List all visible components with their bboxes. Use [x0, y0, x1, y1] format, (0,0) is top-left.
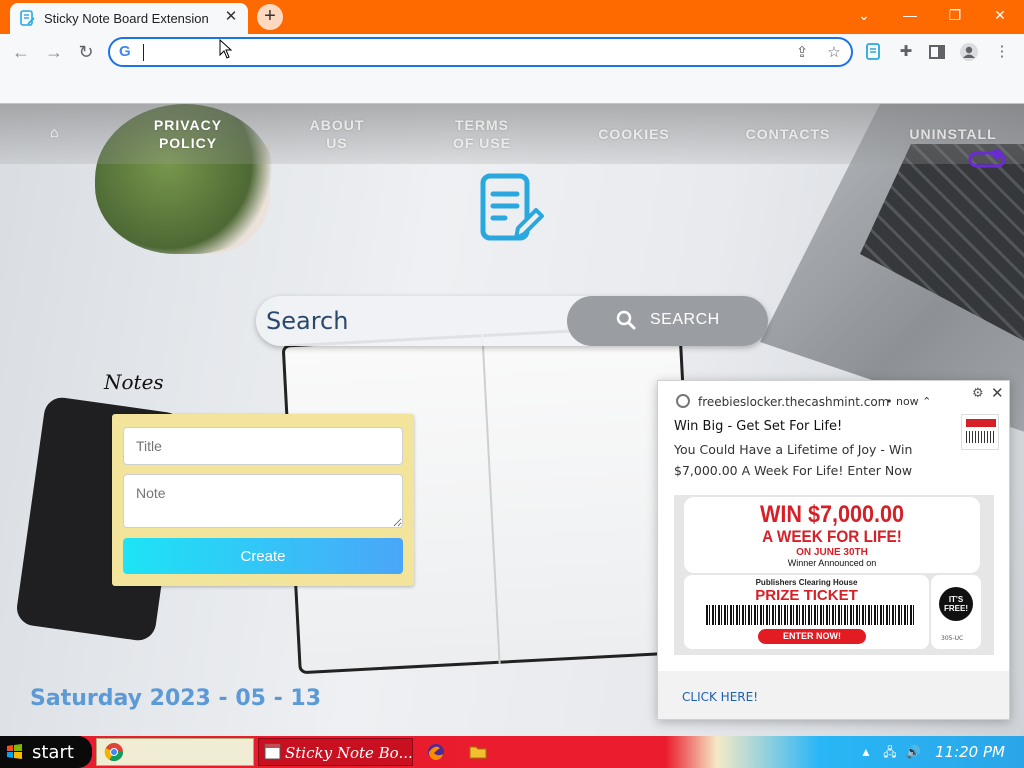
google-icon: G [119, 43, 131, 60]
taskbar: start Sticky Note Bo... ▲ 🖧 🔊 11:20 PM [0, 736, 1024, 768]
folder-taskbar-icon[interactable] [468, 742, 488, 762]
windows-flag-icon [7, 744, 22, 759]
volume-icon[interactable]: 🔊 [905, 745, 921, 759]
note-logo-icon [480, 173, 544, 241]
browser-toolbar: ← → ↻ G ⇪ ☆ ✚ ⋮ [0, 34, 1024, 70]
note-favicon-icon [20, 10, 35, 26]
gear-icon[interactable]: ⚙ [972, 386, 984, 401]
search-input[interactable] [266, 304, 556, 338]
tray-expand-icon[interactable]: ▲ [858, 745, 874, 759]
start-button[interactable]: start [0, 736, 92, 768]
back-icon[interactable]: ← [10, 41, 32, 63]
ticket-stub: IT'S FREE! 305-UC [931, 575, 981, 649]
taskbar-item-label: Sticky Note Bo... [285, 744, 413, 762]
tab-close-icon[interactable]: ✕ [222, 8, 240, 26]
notification-time: • now ⌃ [886, 395, 932, 408]
search-button[interactable]: SEARCH [567, 296, 768, 346]
switch-toggle-icon[interactable] [967, 148, 1011, 170]
nav-terms-of-use[interactable]: TERMS OF USE [446, 116, 518, 152]
bookmark-bar [0, 70, 1024, 104]
tray-clock[interactable]: 11:20 PM [935, 743, 1005, 761]
notes-heading: Notes [104, 370, 164, 394]
create-note-button[interactable]: Create [123, 538, 403, 574]
share-icon[interactable]: ⇪ [793, 44, 811, 62]
push-notification[interactable]: freebieslocker.thecashmint.com • now ⌃ ⚙… [657, 380, 1010, 720]
prize-ticket: Publishers Clearing House PRIZE TICKET E… [684, 575, 929, 649]
its-free-badge: IT'S FREE! [939, 587, 973, 621]
chrome-icon [676, 394, 690, 408]
search-bar: SEARCH [256, 296, 768, 346]
start-label: start [32, 742, 74, 763]
taskbar-item-sticky-note[interactable]: Sticky Note Bo... [258, 738, 413, 766]
restore-button[interactable]: ❐ [941, 4, 969, 26]
nav-about-us[interactable]: ABOUT US [304, 116, 370, 152]
notification-site: freebieslocker.thecashmint.com [698, 395, 890, 409]
firefox-taskbar-icon[interactable] [426, 742, 446, 762]
nav-privacy-policy[interactable]: PRIVACY POLICY [150, 116, 226, 152]
nav-contacts[interactable]: CONTACTS [740, 125, 836, 143]
barcode-icon [706, 605, 916, 625]
chrome-taskbar-icon[interactable] [104, 742, 124, 762]
pch-label: Publishers Clearing House [755, 578, 858, 587]
forward-icon[interactable]: → [43, 41, 65, 63]
notification-footer: CLICK HERE! [658, 671, 1009, 719]
click-here-button[interactable]: CLICK HERE! [682, 690, 758, 704]
prize-ticket-label: PRIZE TICKET [755, 587, 858, 604]
notification-thumbnail [961, 414, 999, 450]
tab-strip: Sticky Note Board Extension ✕ + ⌄ — ❐ ✕ [0, 0, 1024, 34]
minimize-button[interactable]: — [896, 4, 924, 26]
search-button-label: SEARCH [650, 311, 720, 328]
menu-icon[interactable]: ⋮ [992, 42, 1012, 62]
note-body-textarea[interactable] [123, 474, 403, 528]
close-window-button[interactable]: ✕ [986, 4, 1014, 26]
reload-icon[interactable]: ↻ [75, 41, 97, 63]
notification-title: Win Big - Get Set For Life! [674, 419, 843, 434]
extension-page-icon[interactable] [864, 42, 884, 62]
note-title-input[interactable] [123, 427, 403, 465]
text-caret [143, 44, 144, 61]
profile-icon[interactable] [959, 42, 979, 62]
new-tab-button[interactable]: + [257, 4, 283, 30]
puzzle-icon[interactable]: ✚ [896, 42, 916, 62]
notification-image: WIN $7,000.00 A WEEK FOR LIFE! ON JUNE 3… [674, 495, 994, 655]
tab-search-chevron-icon[interactable]: ⌄ [850, 4, 878, 26]
prize-line-1: WIN $7,000.00 [759, 501, 905, 528]
prize-line-3: ON JUNE 30TH [796, 547, 868, 558]
quick-launch [96, 738, 254, 766]
current-date: Saturday 2023 - 05 - 13 [30, 686, 321, 711]
bookmark-star-icon[interactable]: ☆ [825, 44, 843, 62]
home-icon[interactable]: ⌂ [50, 124, 68, 142]
mouse-cursor-icon [219, 39, 233, 59]
close-icon[interactable]: ✕ [991, 384, 1004, 402]
enter-now-badge: ENTER NOW! [758, 629, 866, 644]
prize-banner: WIN $7,000.00 A WEEK FOR LIFE! ON JUNE 3… [684, 497, 980, 573]
notification-body: You Could Have a Lifetime of Joy - Win $… [674, 442, 913, 478]
prize-line-4: Winner Announced on [787, 558, 877, 568]
ticket-code: 305-UC [941, 635, 964, 642]
nav-cookies[interactable]: COOKIES [593, 125, 675, 143]
nav-uninstall[interactable]: UNINSTALL [904, 125, 1002, 143]
tab-title: Sticky Note Board Extension [44, 11, 209, 26]
search-icon [616, 310, 636, 330]
sidepanel-icon[interactable] [927, 42, 947, 62]
browser-tab[interactable]: Sticky Note Board Extension ✕ [10, 3, 248, 34]
prize-line-2: A WEEK FOR LIFE! [762, 527, 902, 546]
notes-form: Create [112, 414, 414, 586]
note-taskbar-icon [264, 743, 281, 760]
network-icon[interactable]: 🖧 [882, 745, 898, 759]
